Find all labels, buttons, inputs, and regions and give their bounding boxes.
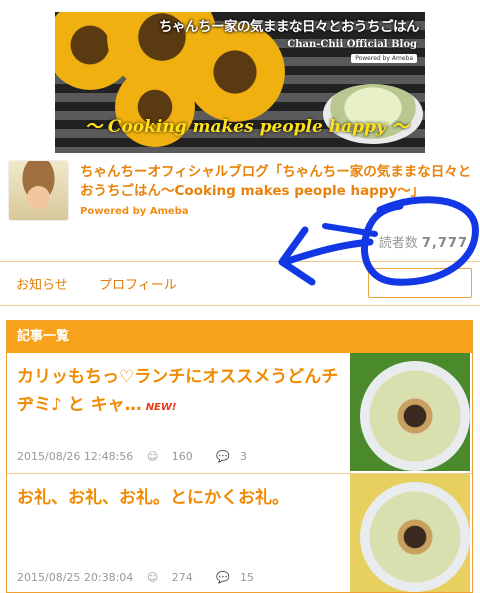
comment-icon: 💬 xyxy=(216,450,230,463)
reader-count-label: 読者数 xyxy=(378,236,418,251)
article-list: 記事一覧 カリッもちっ♡ランチにオススメうどんチヂミ♪ と キャ… NEW! 20… xyxy=(6,320,473,593)
like-count-value: 160 xyxy=(171,450,193,463)
nav-profile-link[interactable]: プロフィール xyxy=(99,274,177,293)
divider xyxy=(0,305,480,306)
banner-subtitle: Chan-Chii Official Blog xyxy=(287,39,417,50)
powered-by-ameba: Powered by Ameba xyxy=(80,206,189,217)
comment-count: 💬 3 xyxy=(216,450,257,463)
reader-count: 読者数 7,777 xyxy=(379,232,468,251)
profile-section: ちゃんちーオフィシャルブログ「ちゃんちー家の気ままな日々とおうちごはん〜Cook… xyxy=(0,158,480,258)
blog-header-banner[interactable]: ちゃんちー家の気ままな日々とおうちごはん Chan-Chii Official … xyxy=(55,12,425,153)
new-badge: NEW! xyxy=(145,402,177,413)
like-count: ☺ 274 xyxy=(147,571,203,584)
article-thumbnail[interactable] xyxy=(350,353,470,471)
food-plate-image xyxy=(360,361,470,471)
banner-powered-badge: Powered by Ameba xyxy=(351,54,417,63)
comment-count: 💬 15 xyxy=(216,571,264,584)
article-item[interactable]: カリッもちっ♡ランチにオススメうどんチヂミ♪ と キャ… NEW! 2015/08… xyxy=(7,353,472,474)
banner-title: ちゃんちー家の気ままな日々とおうちごはん xyxy=(159,19,420,35)
comment-count-value: 15 xyxy=(239,571,254,584)
article-meta: 2015/08/26 12:48:56 ☺ 160 💬 3 xyxy=(17,450,267,463)
article-title-text: お礼、お礼、お礼。とにかくお礼。 xyxy=(17,488,289,508)
like-count: ☺ 160 xyxy=(147,450,203,463)
article-title[interactable]: カリッもちっ♡ランチにオススメうどんチヂミ♪ と キャ… NEW! xyxy=(17,363,342,422)
article-title[interactable]: お礼、お礼、お礼。とにかくお礼。 xyxy=(17,484,342,512)
page: ちゃんちー家の気ままな日々とおうちごはん Chan-Chii Official … xyxy=(0,0,480,593)
nav-news-link[interactable]: お知らせ xyxy=(16,274,68,293)
food-plate-image xyxy=(360,482,470,592)
avatar[interactable] xyxy=(8,160,69,221)
article-list-header: 記事一覧 xyxy=(7,321,472,353)
follow-button[interactable] xyxy=(368,268,472,298)
banner-tagline: 〜 Cooking makes people happy 〜 xyxy=(85,117,409,137)
article-meta: 2015/08/25 20:38:04 ☺ 274 💬 15 xyxy=(17,571,274,584)
article-item[interactable]: お礼、お礼、お礼。とにかくお礼。 2015/08/25 20:38:04 ☺ 2… xyxy=(7,474,472,593)
smile-icon: ☺ xyxy=(146,571,159,584)
comment-count-value: 3 xyxy=(239,450,247,463)
like-count-value: 274 xyxy=(171,571,193,584)
blog-nav: お知らせ プロフィール xyxy=(0,262,480,304)
sunflower-image xyxy=(185,22,285,122)
article-date: 2015/08/26 12:48:56 xyxy=(17,450,134,463)
article-title-text: カリッもちっ♡ランチにオススメうどんチヂミ♪ と キャ… xyxy=(17,367,339,415)
reader-count-value: 7,777 xyxy=(421,236,468,251)
blog-title-link[interactable]: ちゃんちーオフィシャルブログ「ちゃんちー家の気ままな日々とおうちごはん〜Cook… xyxy=(80,163,475,201)
article-date: 2015/08/25 20:38:04 xyxy=(17,571,134,584)
comment-icon: 💬 xyxy=(216,571,230,584)
smile-icon: ☺ xyxy=(146,450,159,463)
article-thumbnail[interactable] xyxy=(350,474,470,592)
